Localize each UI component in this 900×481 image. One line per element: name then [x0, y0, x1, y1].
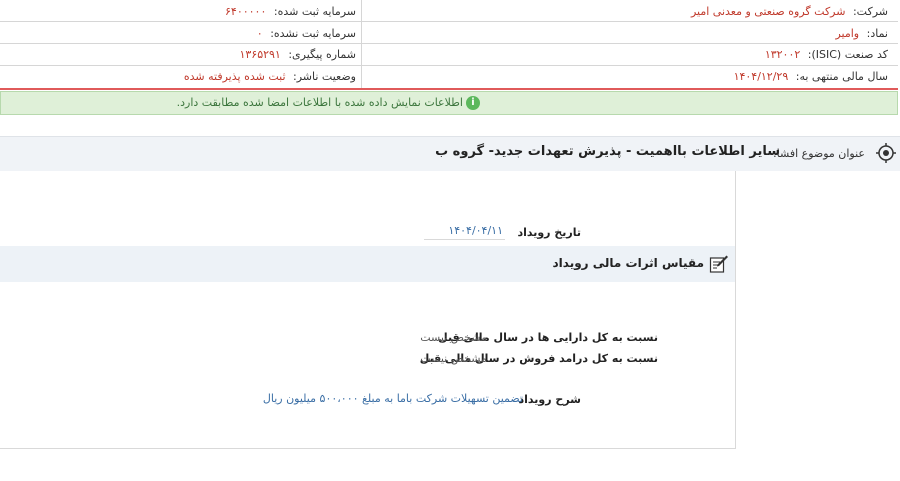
tracking-label: شماره پیگیری: — [288, 48, 356, 61]
isic-label: کد صنعت (ISIC): — [807, 48, 888, 61]
registered-capital-row: سرمایه ثبت شده: ۶۴۰۰۰۰۰ — [225, 1, 356, 22]
symbol-label: نماد: — [866, 27, 888, 40]
financial-impact-title: مقیاس اثرات مالی رویداد — [552, 256, 704, 270]
company-label: شرکت: — [852, 5, 888, 18]
company-value: شرکت گروه صنعتی و معدنی امیر — [690, 5, 846, 18]
isic-row: کد صنعت (ISIC): ۱۳۲۰۰۲ — [765, 44, 888, 65]
fiscal-year-label: سال مالی منتهی به: — [795, 70, 888, 83]
financial-impact-section-header: مقیاس اثرات مالی رویداد — [0, 246, 735, 282]
disclosure-content-panel: تاریخ رویداد ۱۴۰۴/۰۴/۱۱ مقیاس اثرات مالی… — [0, 171, 736, 449]
sales-ratio-value: مشخص نیست — [420, 352, 487, 365]
edit-note-icon — [709, 255, 728, 273]
unregistered-capital-value: ۰ — [256, 27, 263, 40]
event-date-label: تاریخ رویداد — [517, 226, 581, 239]
subject-label: عنوان موضوع افشا: — [772, 147, 865, 160]
row-divider — [0, 43, 898, 44]
event-date-value: ۱۴۰۴/۰۴/۱۱ — [424, 224, 505, 240]
assets-ratio-value: مشخص نیست — [420, 331, 487, 344]
target-icon — [876, 143, 896, 163]
tracking-value: ۱۳۶۵۲۹۱ — [239, 48, 281, 61]
publisher-status-label: وضعیت ناشر: — [293, 70, 356, 83]
tracking-row: شماره پیگیری: ۱۳۶۵۲۹۱ — [239, 44, 356, 65]
registered-capital-value: ۶۴۰۰۰۰۰ — [225, 5, 267, 18]
publisher-status-value: ثبت شده پذیرفته شده — [183, 70, 286, 83]
verification-banner: i اطلاعات نمایش داده شده با اطلاعات امضا… — [0, 91, 898, 115]
verification-message: اطلاعات نمایش داده شده با اطلاعات امضا ش… — [176, 96, 463, 109]
event-description-value: تضمین تسهیلات شرکت باما به مبلغ ۵۰۰،۰۰۰ … — [262, 392, 523, 405]
event-description-label: شرح رویداد — [518, 393, 582, 406]
subject-title: سایر اطلاعات بااهمیت - پذیرش تعهدات جدید… — [435, 144, 780, 159]
unregistered-capital-label: سرمایه ثبت نشده: — [270, 27, 356, 40]
disclosure-subject-bar: عنوان موضوع افشا: سایر اطلاعات بااهمیت -… — [0, 136, 900, 171]
info-icon: i — [466, 96, 480, 110]
column-divider — [361, 0, 362, 88]
symbol-value: وامیر — [835, 27, 860, 40]
company-row: شرکت: شرکت گروه صنعتی و معدنی امیر — [691, 1, 888, 22]
fiscal-year-row: سال مالی منتهی به: ۱۴۰۴/۱۲/۲۹ — [734, 66, 888, 87]
company-info-table: شرکت: شرکت گروه صنعتی و معدنی امیر نماد:… — [0, 0, 898, 90]
publisher-status-row: وضعیت ناشر: ثبت شده پذیرفته شده — [184, 66, 356, 87]
isic-value: ۱۳۲۰۰۲ — [764, 48, 801, 61]
symbol-row: نماد: وامیر — [835, 23, 888, 44]
unregistered-capital-row: سرمایه ثبت نشده: ۰ — [257, 23, 356, 44]
fiscal-year-value: ۱۴۰۴/۱۲/۲۹ — [733, 70, 789, 83]
registered-capital-label: سرمایه ثبت شده: — [273, 5, 356, 18]
